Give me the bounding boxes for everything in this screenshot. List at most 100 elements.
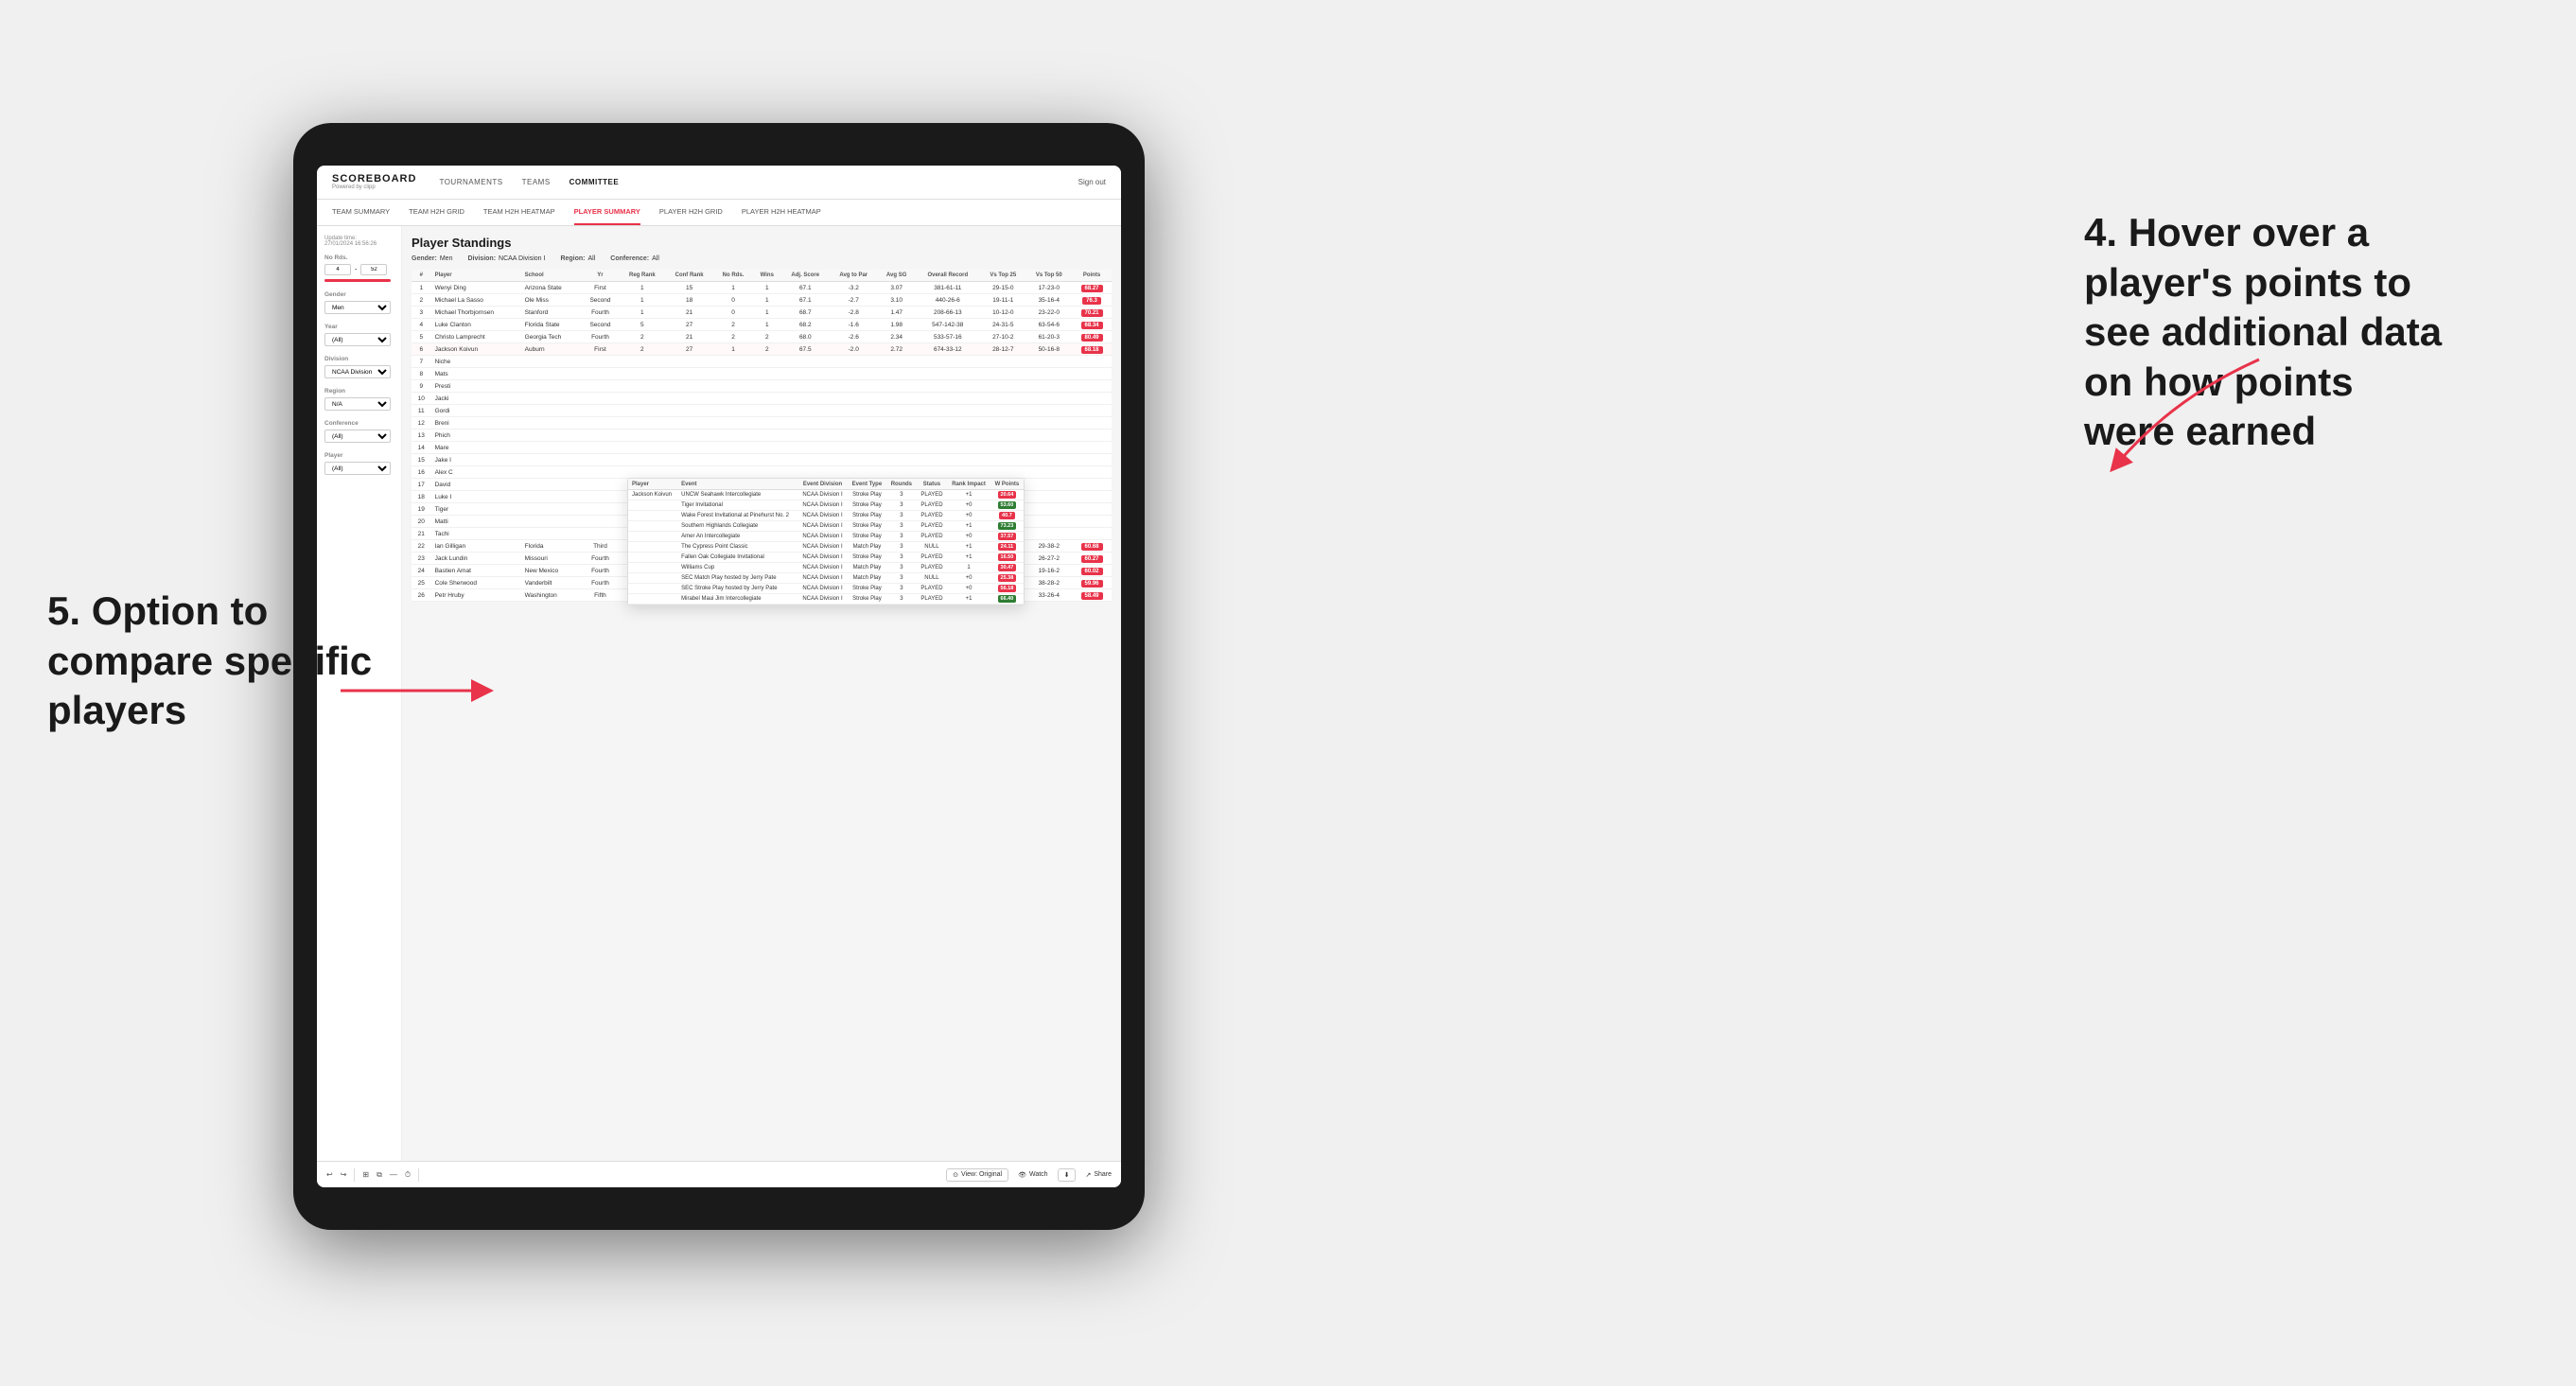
- popup-status[interactable]: PLAYED: [917, 584, 948, 594]
- row-school[interactable]: [521, 454, 582, 466]
- popup-event[interactable]: UNCW Seahawk Intercollegiate: [677, 490, 797, 500]
- popup-division[interactable]: NCAA Division I: [797, 563, 848, 573]
- popup-status[interactable]: PLAYED: [917, 594, 948, 605]
- row-no-rds[interactable]: 1: [713, 282, 752, 294]
- row-record[interactable]: 674-33-12: [916, 343, 980, 356]
- row-player[interactable]: Gordi: [431, 405, 521, 417]
- popup-type[interactable]: Stroke Play: [848, 584, 886, 594]
- row-vs50[interactable]: [1026, 417, 1073, 430]
- row-wins[interactable]: [753, 430, 781, 442]
- row-adj-score[interactable]: [781, 442, 830, 454]
- points-badge[interactable]: 70.21: [1081, 309, 1103, 317]
- popup-event[interactable]: SEC Stroke Play hosted by Jerry Pate: [677, 584, 797, 594]
- row-num[interactable]: 15: [412, 454, 431, 466]
- points-badge[interactable]: 60.02: [1081, 568, 1103, 575]
- popup-rank[interactable]: +1: [947, 490, 990, 500]
- row-school[interactable]: [521, 393, 582, 405]
- row-conf-rank[interactable]: [665, 417, 713, 430]
- row-vs25[interactable]: [980, 356, 1026, 368]
- row-vs25[interactable]: 19-11-1: [980, 294, 1026, 307]
- row-player[interactable]: Michael Thorbjornsen: [431, 307, 521, 319]
- popup-player[interactable]: [628, 511, 677, 521]
- row-vs25[interactable]: [980, 393, 1026, 405]
- row-avg-sg[interactable]: [878, 393, 916, 405]
- row-vs50[interactable]: [1026, 454, 1073, 466]
- conference-select[interactable]: (All): [324, 430, 391, 443]
- row-conf-rank[interactable]: [665, 380, 713, 393]
- row-player[interactable]: Mats: [431, 368, 521, 380]
- table-row[interactable]: 15Jake I: [412, 454, 1112, 466]
- table-row[interactable]: 10Jacki: [412, 393, 1112, 405]
- row-record[interactable]: [916, 405, 980, 417]
- row-wins[interactable]: [753, 454, 781, 466]
- row-school[interactable]: Ole Miss: [521, 294, 582, 307]
- row-avg-par[interactable]: [830, 466, 878, 479]
- row-avg-par[interactable]: -1.6: [830, 319, 878, 331]
- row-avg-par[interactable]: -2.8: [830, 307, 878, 319]
- row-avg-sg[interactable]: 2.34: [878, 331, 916, 343]
- popup-event[interactable]: Southern Highlands Collegiate: [677, 521, 797, 532]
- row-yr[interactable]: Fourth: [581, 331, 620, 343]
- row-yr[interactable]: [581, 356, 620, 368]
- row-reg-rank[interactable]: [620, 393, 665, 405]
- points-badge[interactable]: 60.27: [1081, 555, 1103, 563]
- popup-status[interactable]: PLAYED: [917, 563, 948, 573]
- row-conf-rank[interactable]: [665, 356, 713, 368]
- row-adj-score[interactable]: 68.0: [781, 331, 830, 343]
- popup-rank[interactable]: +0: [947, 511, 990, 521]
- popup-points-badge[interactable]: 25.38: [998, 574, 1017, 582]
- row-avg-par[interactable]: [830, 356, 878, 368]
- row-school[interactable]: [521, 528, 582, 540]
- nav-committee[interactable]: COMMITTEE: [570, 178, 620, 186]
- row-num[interactable]: 20: [412, 516, 431, 528]
- row-avg-par[interactable]: [830, 393, 878, 405]
- row-wins[interactable]: [753, 380, 781, 393]
- row-points[interactable]: [1072, 380, 1112, 393]
- row-points[interactable]: [1072, 528, 1112, 540]
- popup-status[interactable]: PLAYED: [917, 511, 948, 521]
- row-num[interactable]: 22: [412, 540, 431, 553]
- popup-wpoints[interactable]: 25.38: [990, 573, 1024, 584]
- popup-wpoints[interactable]: 53.60: [990, 500, 1024, 511]
- row-vs25[interactable]: [980, 430, 1026, 442]
- row-avg-par[interactable]: -2.6: [830, 331, 878, 343]
- popup-points-badge[interactable]: 16.50: [998, 553, 1017, 561]
- row-vs50[interactable]: [1026, 466, 1073, 479]
- toolbar-back[interactable]: ↩: [326, 1170, 333, 1179]
- table-row[interactable]: 9Presti: [412, 380, 1112, 393]
- popup-event[interactable]: Tiger Invitational: [677, 500, 797, 511]
- row-avg-par[interactable]: [830, 417, 878, 430]
- row-avg-sg[interactable]: [878, 430, 916, 442]
- row-record[interactable]: [916, 417, 980, 430]
- row-record[interactable]: 533-57-16: [916, 331, 980, 343]
- row-wins[interactable]: 2: [753, 343, 781, 356]
- row-no-rds[interactable]: 0: [713, 307, 752, 319]
- row-no-rds[interactable]: [713, 368, 752, 380]
- row-conf-rank[interactable]: 21: [665, 307, 713, 319]
- row-school[interactable]: New Mexico: [521, 565, 582, 577]
- row-school[interactable]: [521, 380, 582, 393]
- row-vs25[interactable]: 10-12-0: [980, 307, 1026, 319]
- popup-rounds[interactable]: 3: [886, 490, 917, 500]
- row-points[interactable]: [1072, 479, 1112, 491]
- row-num[interactable]: 7: [412, 356, 431, 368]
- row-school[interactable]: [521, 491, 582, 503]
- row-no-rds[interactable]: 1: [713, 343, 752, 356]
- row-wins[interactable]: [753, 368, 781, 380]
- row-num[interactable]: 17: [412, 479, 431, 491]
- row-wins[interactable]: 1: [753, 294, 781, 307]
- row-vs25[interactable]: [980, 405, 1026, 417]
- share-button[interactable]: ↗ Share: [1085, 1171, 1112, 1179]
- row-player[interactable]: Presti: [431, 380, 521, 393]
- row-player[interactable]: Alex C: [431, 466, 521, 479]
- row-conf-rank[interactable]: [665, 454, 713, 466]
- row-reg-rank[interactable]: 5: [620, 319, 665, 331]
- popup-wpoints[interactable]: 56.18: [990, 584, 1024, 594]
- row-adj-score[interactable]: [781, 405, 830, 417]
- row-wins[interactable]: [753, 466, 781, 479]
- row-avg-par[interactable]: [830, 430, 878, 442]
- popup-event[interactable]: Wake Forest Invitational at Pinehurst No…: [677, 511, 797, 521]
- row-points[interactable]: 60.27: [1072, 553, 1112, 565]
- row-points[interactable]: [1072, 516, 1112, 528]
- row-wins[interactable]: [753, 442, 781, 454]
